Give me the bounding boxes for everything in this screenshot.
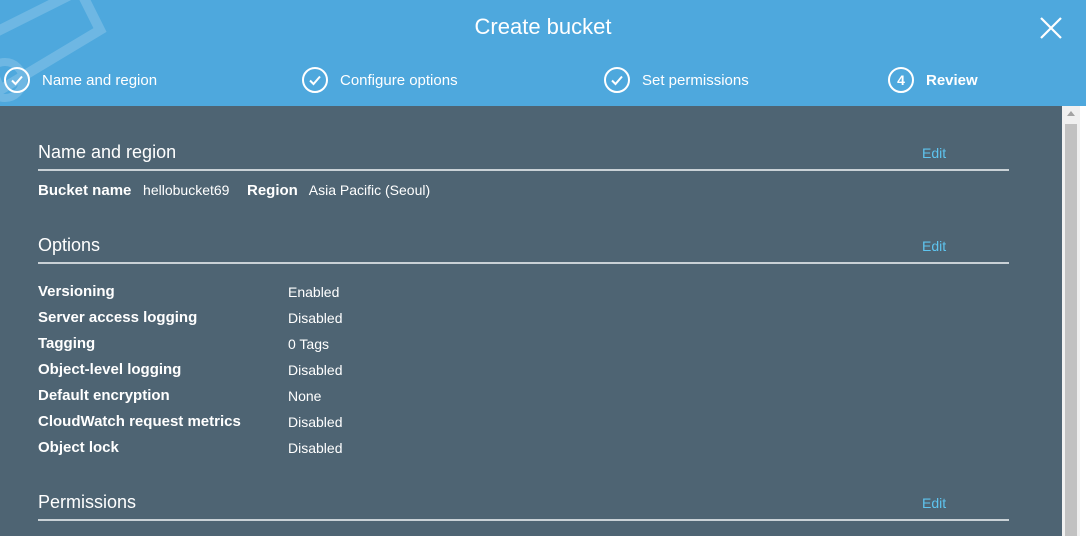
section-divider (38, 169, 1009, 171)
region-value: Asia Pacific (Seoul) (308, 182, 431, 198)
section-title-permissions: Permissions (38, 492, 137, 512)
check-icon (4, 67, 30, 93)
bucket-name-value: hellobucket69 (143, 182, 230, 198)
check-icon (604, 67, 630, 93)
edit-permissions-link[interactable]: Edit (922, 495, 946, 511)
section-title-name-region: Name and region (38, 142, 177, 162)
region-label: Region (247, 182, 298, 199)
option-key: Versioning (38, 283, 115, 300)
step-set-permissions[interactable]: Set permissions (604, 66, 749, 94)
scroll-up-arrow-icon[interactable] (1067, 111, 1075, 116)
option-value: 0 Tags (288, 336, 329, 352)
window-edge (1080, 106, 1086, 536)
option-value: Disabled (288, 414, 343, 430)
close-icon[interactable] (1037, 14, 1065, 42)
edit-options-link[interactable]: Edit (922, 238, 946, 254)
section-divider (38, 262, 1009, 264)
option-key: Tagging (38, 335, 96, 352)
step-number-badge: 4 (888, 67, 914, 93)
step-number: 4 (897, 72, 905, 88)
section-divider (38, 519, 1009, 521)
option-value: None (288, 388, 322, 404)
option-key: CloudWatch request metrics (38, 413, 241, 430)
step-label: Review (926, 71, 978, 89)
option-key: Default encryption (38, 387, 170, 404)
bucket-name-label: Bucket name (38, 182, 132, 199)
option-key: Server access logging (38, 309, 198, 326)
wizard-header: Create bucket Name and region Configure … (0, 0, 1086, 106)
step-label: Set permissions (642, 71, 749, 89)
option-key: Object-level logging (38, 361, 182, 378)
option-value: Disabled (288, 440, 343, 456)
option-value: Disabled (288, 362, 343, 378)
step-label: Configure options (340, 71, 458, 89)
step-label: Name and region (42, 71, 158, 89)
check-icon (302, 67, 328, 93)
step-review[interactable]: 4 Review (888, 66, 978, 94)
bucket-name-row: Bucket name hellobucket69 (38, 182, 229, 199)
dialog-title: Create bucket (474, 14, 612, 39)
option-key: Object lock (38, 439, 119, 456)
scrollbar-thumb[interactable] (1065, 124, 1077, 536)
vertical-scrollbar[interactable] (1062, 106, 1080, 536)
step-configure-options[interactable]: Configure options (302, 66, 458, 94)
option-value: Disabled (288, 310, 343, 326)
option-value: Enabled (288, 284, 340, 300)
edit-name-region-link[interactable]: Edit (922, 145, 946, 161)
section-title-options: Options (38, 235, 101, 255)
step-name-and-region[interactable]: Name and region (4, 66, 157, 94)
region-row: Region Asia Pacific (Seoul) (247, 182, 430, 199)
